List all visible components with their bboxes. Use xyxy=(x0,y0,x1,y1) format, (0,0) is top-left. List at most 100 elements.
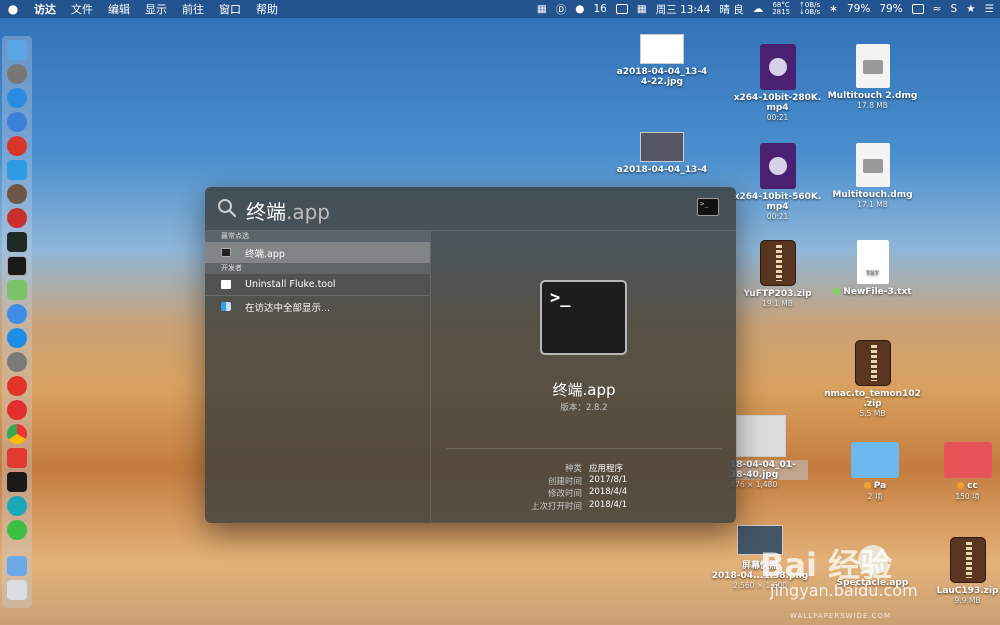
file-name: Multitouch 2.dmg xyxy=(827,91,918,101)
file-size: 17.1 MB xyxy=(857,200,888,209)
wifi-icon[interactable]: ≈ xyxy=(933,3,942,15)
query-text: 终端 xyxy=(246,200,286,224)
folder-icon xyxy=(851,442,899,478)
siri-icon[interactable] xyxy=(7,304,27,324)
menu-go[interactable]: 前往 xyxy=(182,1,204,17)
meta-row: 修改时间 2018/4/4 xyxy=(432,487,736,500)
meta-value: 2018/4/1 xyxy=(589,499,628,510)
video-file-icon xyxy=(759,44,796,90)
transfer-icon[interactable] xyxy=(7,160,27,180)
desktop-file-txt[interactable]: TXT NewFile-3.txt xyxy=(825,240,920,297)
iterm-icon[interactable] xyxy=(7,472,27,492)
desktop-file-zip-3[interactable]: LauC193.zip 9.9 MB xyxy=(935,537,1000,605)
preview-pane: >_ 终端.app 版本：2.8.2 种类 应用程序 创建时间 2017/8/1 修… xyxy=(432,231,736,523)
star-icon[interactable]: ★ xyxy=(966,3,975,15)
desktop-folder-pa[interactable]: Pa 2 项 xyxy=(840,442,910,502)
s-icon[interactable]: S xyxy=(950,3,957,15)
music-app-icon[interactable] xyxy=(7,208,27,228)
app-teal-icon[interactable] xyxy=(7,496,27,516)
apple-menu-icon[interactable]: ● xyxy=(6,2,20,16)
file-name: x264-10bit-560K. mp4 xyxy=(733,192,822,212)
net-readout[interactable]: ↑0B/s ↓0B/s xyxy=(799,2,820,16)
folder-icon xyxy=(943,442,992,478)
desktop-file-dmg-1[interactable]: Multitouch 2.dmg 17.8 MB xyxy=(825,44,920,110)
battery-icon[interactable] xyxy=(911,4,924,14)
menu-window[interactable]: 窗口 xyxy=(219,1,241,17)
divider xyxy=(447,448,721,449)
desktop-file-dmg-2[interactable]: Multitouch.dmg 17.1 MB xyxy=(825,143,920,209)
system-prefs-icon[interactable] xyxy=(7,352,27,372)
search-icon xyxy=(218,199,237,218)
archive-icon xyxy=(949,537,986,583)
pin-icon[interactable]: Ⓓ xyxy=(556,2,567,17)
result-label: Uninstall Fluke.tool xyxy=(245,279,336,290)
search-input[interactable]: 终端.app xyxy=(246,196,330,225)
weather[interactable]: 晴 良 xyxy=(719,2,743,17)
wechat-count: 16 xyxy=(593,3,607,15)
desktop-file-zip-2[interactable]: nmac.to_temon102 .zip 5.5 MB xyxy=(820,340,925,418)
vivaldi-icon[interactable] xyxy=(7,448,27,468)
app-red-icon[interactable] xyxy=(7,136,27,156)
desktop-file-zip-1[interactable]: YuFTP203.zip 19.1 MB xyxy=(730,240,825,308)
wechat-icon[interactable]: ● xyxy=(575,3,584,15)
trash-icon[interactable] xyxy=(7,580,27,600)
netease-music-icon[interactable] xyxy=(7,376,27,396)
file-name: nmac.to_temon102 .zip xyxy=(824,389,921,409)
meta-row: 创建时间 2017/8/1 xyxy=(432,475,736,488)
finder-icon[interactable] xyxy=(7,40,27,60)
chrome-icon[interactable] xyxy=(7,424,27,444)
launchpad-icon[interactable] xyxy=(7,64,27,84)
app-store-icon[interactable] xyxy=(7,328,27,348)
preview-version: 版本：2.8.2 xyxy=(560,403,608,413)
spotlight-search-bar[interactable]: 终端.app >_ xyxy=(205,187,736,231)
orange-tag-icon xyxy=(863,482,871,489)
meta-value: 应用程序 xyxy=(589,464,624,474)
safari-icon[interactable] xyxy=(7,88,27,108)
search-app-icon[interactable] xyxy=(7,112,27,132)
list-icon[interactable]: ☰ xyxy=(985,3,994,15)
fan-value: 2815 xyxy=(772,8,791,16)
menu-help[interactable]: 帮助 xyxy=(256,1,278,17)
terminal-icon xyxy=(221,248,231,257)
archive-icon xyxy=(854,340,891,386)
downloads-folder-icon[interactable] xyxy=(7,556,27,576)
desktop-file-screenshot-3[interactable]: 18-04-04_01- 38-40.jpg ,476 × 1,480 xyxy=(728,415,808,489)
menu-view[interactable]: 显示 xyxy=(145,1,167,17)
desktop-file-video-1[interactable]: x264-10bit-280K. mp4 00:21 xyxy=(730,44,825,122)
desktop-file-screenshot-1[interactable]: a2018-04-04_13-4 4-22.jpg xyxy=(612,34,712,87)
menu-file[interactable]: 文件 xyxy=(71,1,93,17)
maps-icon[interactable] xyxy=(7,280,27,300)
bluetooth-icon[interactable]: ∗ xyxy=(829,3,838,15)
display-icon[interactable] xyxy=(615,4,628,14)
desktop-file-video-2[interactable]: x264-10bit-560K. mp4 00:21 xyxy=(730,143,825,221)
green-tag-icon xyxy=(833,288,841,295)
wechat-dock-icon[interactable] xyxy=(7,520,27,540)
file-size: 17.8 MB xyxy=(857,101,888,110)
menu-app[interactable]: 访达 xyxy=(34,1,56,17)
yandex-icon[interactable] xyxy=(7,400,27,420)
layout-icon[interactable]: ▦ xyxy=(637,3,647,15)
activity-monitor-icon[interactable] xyxy=(7,232,27,252)
battery-pct-2[interactable]: 79% xyxy=(879,3,902,15)
dock xyxy=(2,36,32,608)
temp-readout[interactable]: 68°C 2815 xyxy=(772,2,790,16)
result-item-terminal[interactable]: 终端.app xyxy=(205,242,430,263)
terminal-dock-icon[interactable] xyxy=(7,256,27,276)
query-completion: .app xyxy=(286,200,331,224)
watermark-url: jingyan.baidu.com xyxy=(770,581,918,600)
orange-tag-icon xyxy=(957,482,965,489)
file-size: 5.5 MB xyxy=(859,409,886,418)
disc-icon[interactable] xyxy=(7,184,27,204)
clock[interactable]: 周三 13:44 xyxy=(656,2,711,17)
desktop-file-screenshot-2[interactable]: a2018-04-04_13-4 xyxy=(612,132,712,175)
battery-pct-1[interactable]: 79% xyxy=(847,3,870,15)
cloud-icon[interactable]: ☁ xyxy=(753,3,764,15)
image-thumbnail xyxy=(640,132,684,162)
meta-key: 创建时间 xyxy=(547,476,582,487)
show-all-in-finder[interactable]: 在访达中全部显示... xyxy=(205,296,430,317)
grid-icon[interactable]: ▦ xyxy=(537,3,547,15)
baidu-watermark: Bai 经验 xyxy=(760,546,893,584)
menu-edit[interactable]: 编辑 xyxy=(108,1,130,17)
result-item-uninstall-fluke[interactable]: Uninstall Fluke.tool xyxy=(205,274,430,295)
desktop-folder-cc[interactable]: cc 150 项 xyxy=(935,442,1000,502)
